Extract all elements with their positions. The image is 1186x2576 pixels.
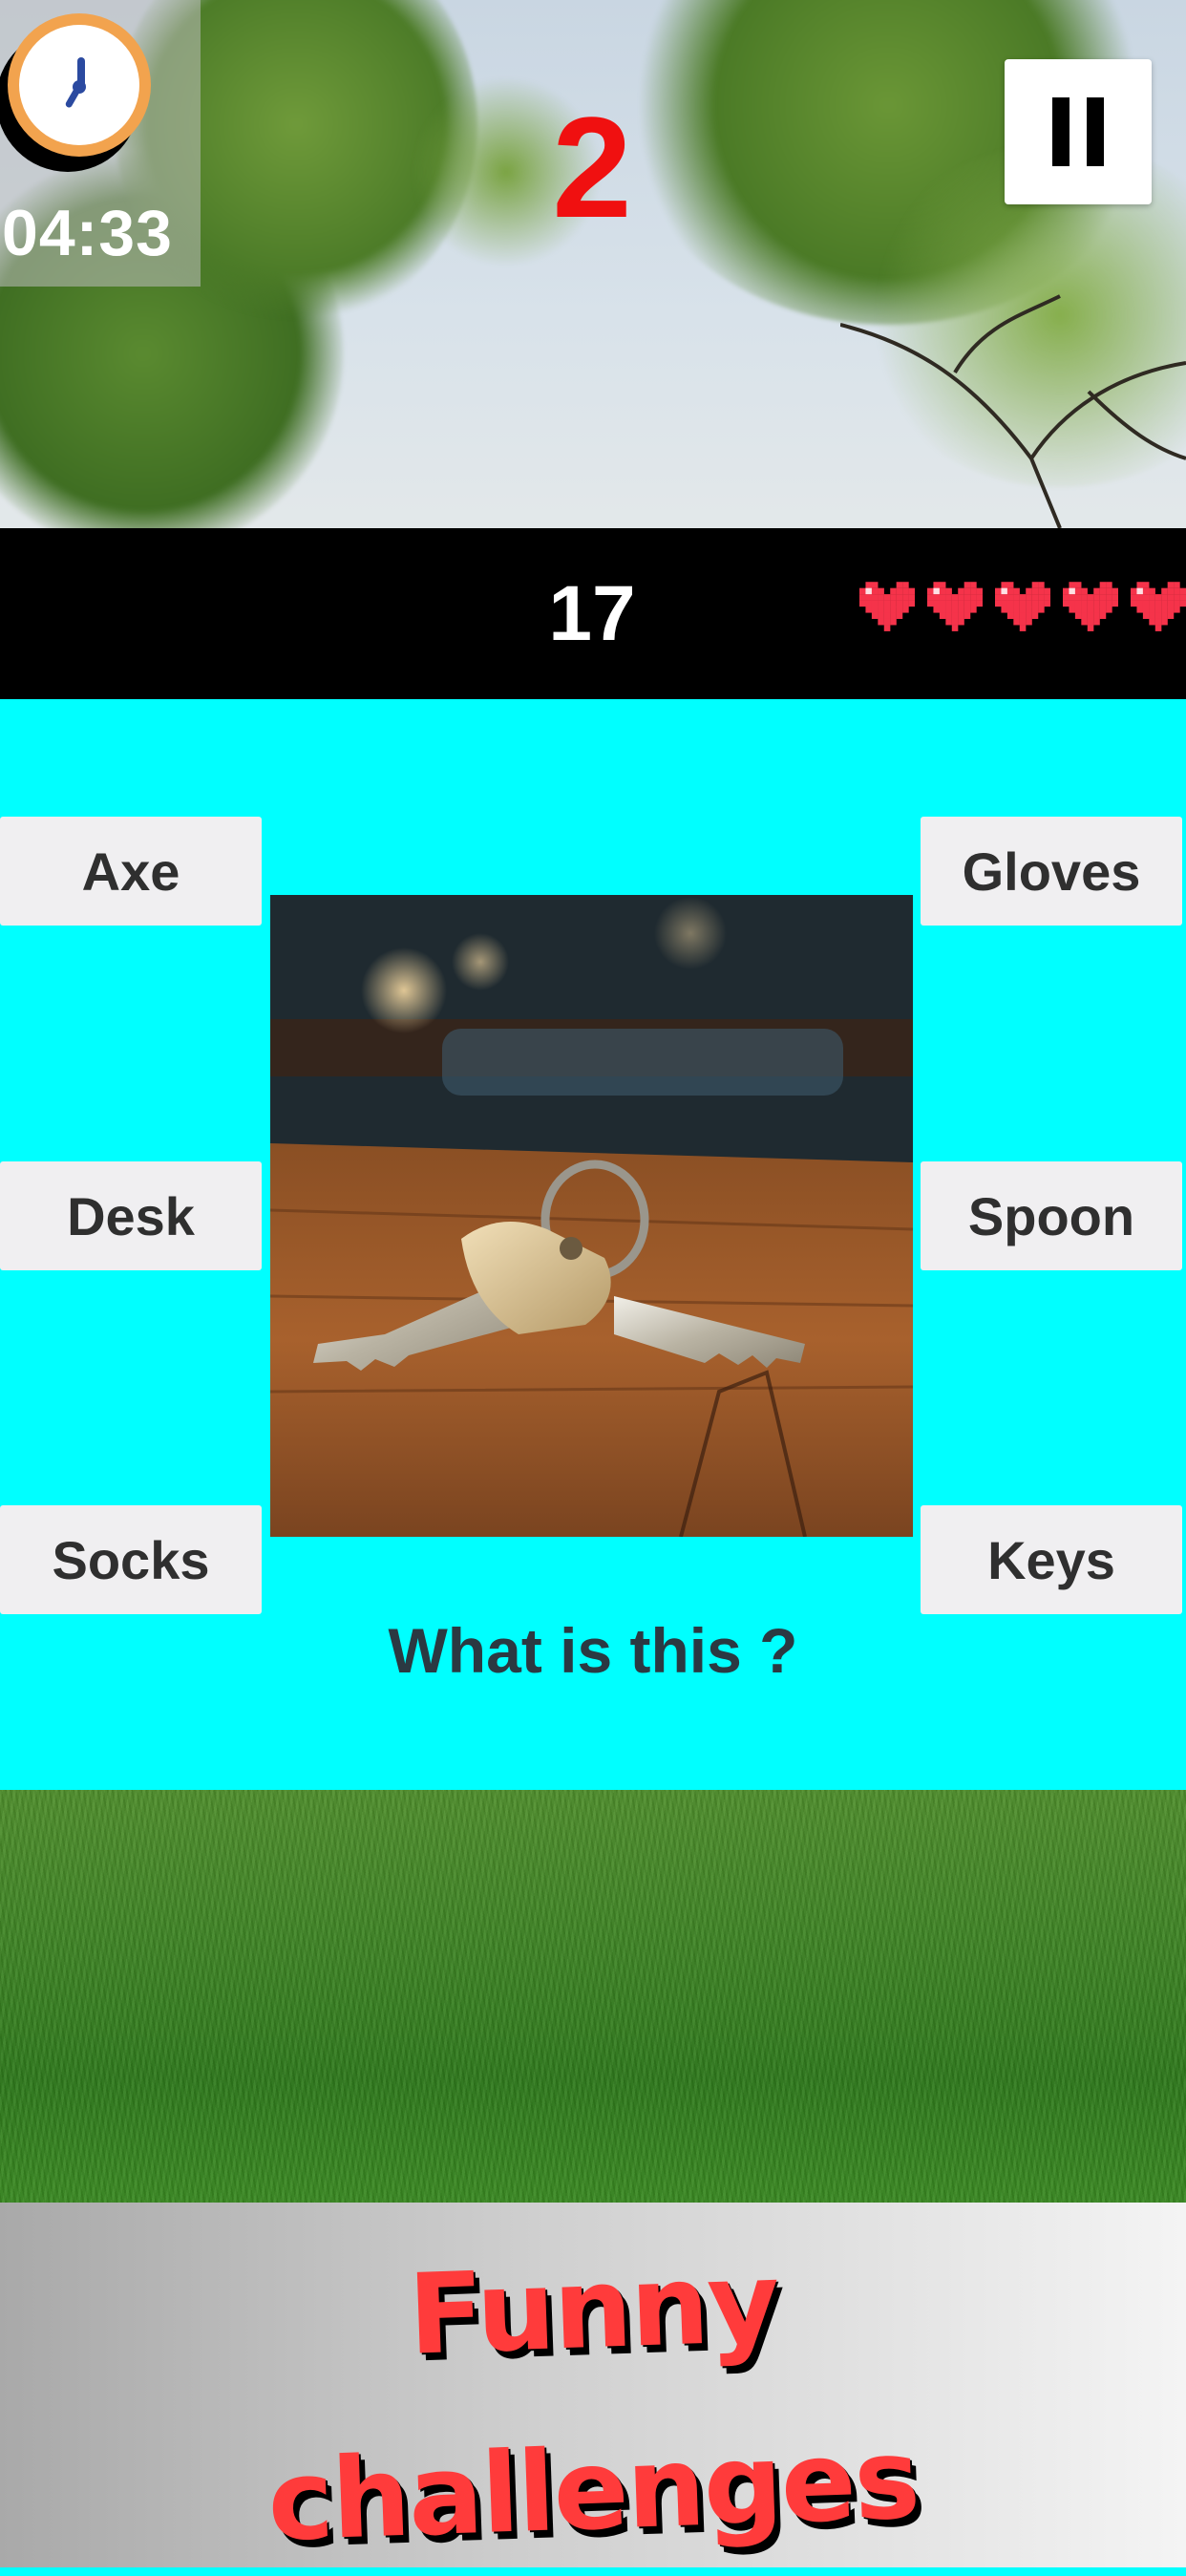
question-image-keys [270, 895, 913, 1537]
score-value: 17 [548, 570, 636, 657]
timer-text: 04:33 [2, 197, 173, 269]
answer-button-spoon[interactable]: Spoon [921, 1161, 1182, 1270]
answer-button-axe[interactable]: Axe [0, 817, 262, 926]
question-prompt: What is this ? [388, 1615, 798, 1686]
pause-button[interactable] [1005, 59, 1152, 204]
heart-icon [995, 582, 1050, 631]
answer-button-desk[interactable]: Desk [0, 1161, 262, 1270]
lives-hearts [859, 579, 1186, 646]
answer-button-socks[interactable]: Socks [0, 1505, 262, 1614]
tree-branches [840, 294, 1186, 528]
clock-icon [8, 13, 151, 157]
background-grass [0, 1790, 1186, 2203]
heart-icon [1063, 582, 1118, 631]
heart-icon [859, 582, 915, 631]
round-number: 2 [552, 87, 632, 247]
answer-button-keys[interactable]: Keys [921, 1505, 1182, 1614]
heart-icon [1131, 582, 1186, 631]
heart-icon [927, 582, 983, 631]
answer-button-gloves[interactable]: Gloves [921, 817, 1182, 926]
